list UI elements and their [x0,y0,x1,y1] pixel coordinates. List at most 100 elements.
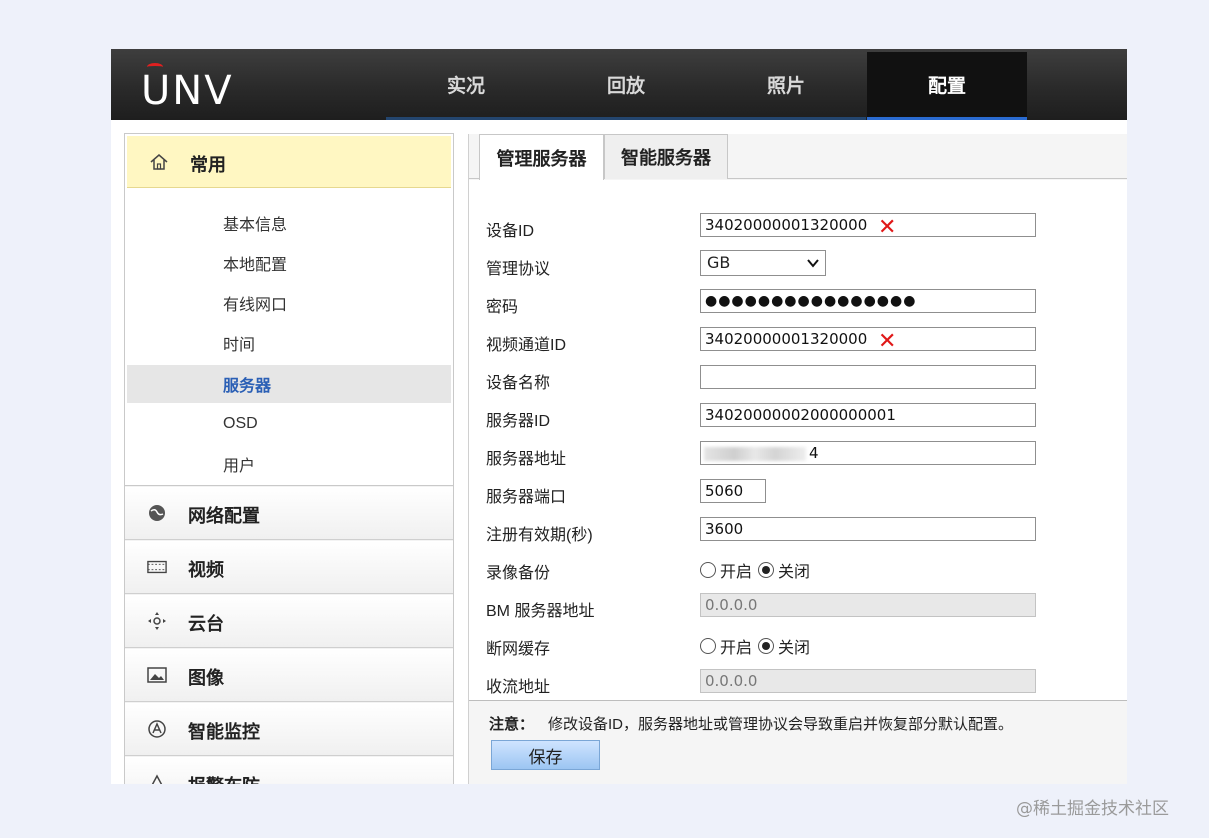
form-row-record-backup: 录像备份 开启 关闭 [469,550,1127,588]
notice-bar: 注意： 修改设备ID，服务器地址或管理协议会导致重启并恢复部分默认配置。 保存 [469,700,1127,784]
notice-title: 注意： [489,716,535,733]
form-row-password: 密码 ●●●●●●●●●●●●●●●● [469,284,1127,322]
protocol-select[interactable]: GB [700,250,826,276]
device-name-label: 设备名称 [486,375,551,392]
password-label: 密码 [486,299,519,316]
redaction-blur [704,447,806,461]
sidebar-section-label: 报警布防 [188,772,260,784]
nav-tab-playback[interactable]: 回放 [546,52,706,120]
form-row-register-expiry: 注册有效期(秒) 3600 [469,512,1127,550]
form-row-server-id: 服务器ID 34020000002000000001 [469,398,1127,436]
sidebar-section-video[interactable]: 视频 [125,541,453,594]
protocol-select-value: GB [707,253,731,272]
sidebar-section-ptz[interactable]: 云台 [125,595,453,648]
record-backup-on-label[interactable]: 开启 [720,558,752,582]
nav-tab-config[interactable]: 配置 [867,52,1027,120]
sidebar-item-osd[interactable]: OSD [127,405,451,443]
image-icon [147,665,167,685]
nav-tab-live[interactable]: 实况 [386,52,546,120]
sidebar-item-basic-info[interactable]: 基本信息 [127,204,451,242]
form-row-channel-id: 视频通道ID 34020000001320000 ✕ [469,322,1127,360]
form-row-bm-server-address: BM 服务器地址 0.0.0.0 [469,588,1127,626]
offline-cache-off-label[interactable]: 关闭 [778,634,810,658]
server-address-label: 服务器地址 [486,451,567,468]
redaction-x-icon: ✕ [878,215,897,240]
form-row-server-address: 服务器地址 4 [469,436,1127,474]
server-port-label: 服务器端口 [486,489,567,506]
channel-id-input[interactable]: 34020000001320000 [700,327,1036,351]
alarm-icon [147,773,167,784]
form-row-protocol: 管理协议 GB [469,246,1127,284]
offline-cache-on-radio[interactable] [700,638,716,654]
watermark-text: @稀土掘金技术社区 [1016,799,1169,819]
channel-id-label: 视频通道ID [486,337,567,354]
device-id-label: 设备ID [486,223,535,240]
server-tabs: 管理服务器 智能服务器 [469,134,1127,180]
offline-cache-label: 断网缓存 [486,641,551,658]
bm-server-address-label: BM 服务器地址 [486,603,595,620]
notice-text: 修改设备ID，服务器地址或管理协议会导致重启并恢复部分默认配置。 [548,716,1014,733]
save-button[interactable]: 保存 [491,740,600,770]
sidebar-item-server[interactable]: 服务器 [127,365,451,403]
nav-tab-photos[interactable]: 照片 [706,52,866,120]
logo-text: NV [172,68,234,114]
smart-eye-icon [147,719,167,739]
offline-cache-on-label[interactable]: 开启 [720,634,752,658]
server-form: 设备ID 34020000001320000 ✕ 管理协议 GB 密码 ●●●●… [469,180,1127,700]
server-address-input[interactable]: 4 [700,441,1036,465]
sidebar-section-header-common[interactable]: 常用 [127,136,451,188]
tab-smart-server[interactable]: 智能服务器 [604,134,728,179]
server-id-input[interactable]: 34020000002000000001 [700,403,1036,427]
device-name-input[interactable] [700,365,1036,389]
sidebar-section-smart[interactable]: 智能监控 [125,703,453,756]
stream-address-input: 0.0.0.0 [700,669,1036,693]
ptz-crosshair-icon [147,611,167,631]
app-window: UNV 实况 回放 照片 配置 常用 基本信息 本地配置 有线网口 时间 服务器… [111,49,1127,784]
offline-cache-radio-group: 开启 关闭 [700,634,816,658]
sidebar-section-image[interactable]: 图像 [125,649,453,702]
server-id-label: 服务器ID [486,413,551,430]
stream-address-label: 收流地址 [486,679,551,696]
sidebar-section-label: 云台 [188,614,224,634]
video-film-icon [147,557,167,577]
form-row-device-name: 设备名称 [469,360,1127,398]
sidebar-section-network[interactable]: 网络配置 [125,487,453,540]
sidebar-section-alarm[interactable]: 报警布防 [125,757,453,784]
protocol-label: 管理协议 [486,261,551,278]
logo-accent-icon [147,63,163,71]
sidebar-section-label: 图像 [188,668,224,688]
record-backup-off-radio[interactable] [758,562,775,578]
sidebar: 常用 基本信息 本地配置 有线网口 时间 服务器 OSD 用户 网络配置 视频 [124,133,454,784]
unv-logo: UNV [141,63,234,114]
home-icon [149,152,169,172]
form-row-offline-cache: 断网缓存 开启 关闭 [469,626,1127,664]
register-expiry-input[interactable]: 3600 [700,517,1036,541]
form-row-stream-address: 收流地址 0.0.0.0 [469,664,1127,702]
server-address-value: 4 [809,444,819,462]
register-expiry-label: 注册有效期(秒) [486,527,593,544]
form-row-server-port: 服务器端口 5060 [469,474,1127,512]
sidebar-section-label: 常用 [190,155,226,175]
sidebar-item-user[interactable]: 用户 [127,445,451,483]
password-input[interactable]: ●●●●●●●●●●●●●●●● [700,289,1036,313]
offline-cache-off-radio[interactable] [758,638,775,654]
tab-management-server[interactable]: 管理服务器 [479,134,604,180]
record-backup-label: 录像备份 [486,565,551,582]
network-globe-icon [147,503,167,523]
sidebar-item-local-config[interactable]: 本地配置 [127,244,451,282]
sidebar-item-time[interactable]: 时间 [127,324,451,362]
server-config-panel: 管理服务器 智能服务器 设备ID 34020000001320000 ✕ 管理协… [468,134,1127,784]
bm-server-address-input: 0.0.0.0 [700,593,1036,617]
sidebar-section-label: 智能监控 [188,722,260,742]
sidebar-section-label: 网络配置 [188,506,260,526]
server-port-input[interactable]: 5060 [700,479,766,503]
sidebar-section-common: 常用 基本信息 本地配置 有线网口 时间 服务器 OSD 用户 [125,134,453,486]
record-backup-off-label[interactable]: 关闭 [778,558,810,582]
chevron-down-icon [807,259,819,268]
form-row-device-id: 设备ID 34020000001320000 ✕ [469,208,1127,246]
sidebar-item-wired-port[interactable]: 有线网口 [127,284,451,322]
device-id-input[interactable]: 34020000001320000 [700,213,1036,237]
record-backup-radio-group: 开启 关闭 [700,558,816,582]
record-backup-on-radio[interactable] [700,562,716,578]
redaction-x-icon: ✕ [878,329,897,354]
